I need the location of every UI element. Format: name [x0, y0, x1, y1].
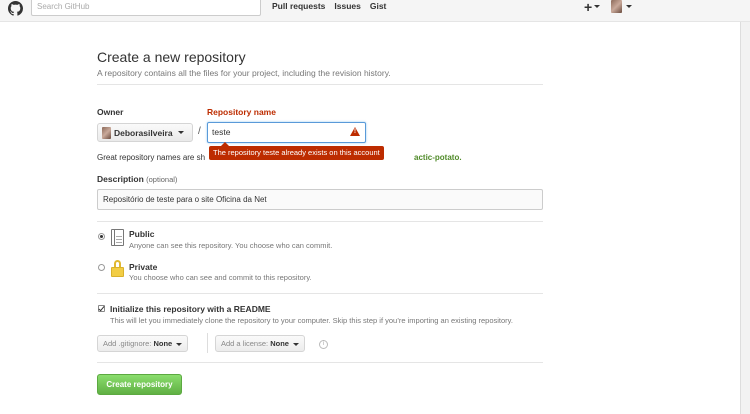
init-readme-checkbox[interactable]	[98, 305, 105, 312]
page-subtitle: A repository contains all the files for …	[97, 68, 391, 78]
divider	[97, 362, 543, 363]
chevron-down-icon	[293, 342, 300, 346]
scrollbar[interactable]	[740, 22, 750, 414]
gitignore-select[interactable]: Add .gitignore: None	[97, 335, 189, 352]
private-radio[interactable]	[98, 264, 105, 271]
owner-select[interactable]: Deborasilveira	[97, 123, 193, 142]
lock-icon	[111, 260, 124, 277]
search-input[interactable]: Search GitHub	[31, 0, 261, 16]
repo-name-value: teste	[212, 127, 231, 137]
description-input[interactable]: Repositório de teste para o site Oficina…	[97, 189, 543, 210]
avatar	[102, 126, 111, 139]
gitignore-value: None	[153, 339, 173, 348]
chevron-down-icon	[177, 131, 184, 134]
divider	[97, 293, 543, 294]
repo-name-label: Repository name	[207, 107, 276, 117]
repo-book-icon	[111, 229, 124, 246]
nav-issues[interactable]: Issues	[334, 1, 360, 11]
top-nav: Pull requests Issues Gist	[272, 1, 386, 11]
description-label-text: Description	[97, 174, 144, 184]
plus-icon: +	[584, 0, 593, 15]
info-icon[interactable]: i	[319, 340, 328, 349]
create-repository-button[interactable]: Create repository	[97, 374, 182, 395]
user-menu-button[interactable]	[611, 0, 632, 13]
private-title: Private	[129, 262, 158, 272]
nav-pull-requests[interactable]: Pull requests	[272, 1, 325, 11]
license-select[interactable]: Add a license: None	[215, 335, 306, 352]
chevron-down-icon	[594, 4, 601, 8]
owner-value: Deborasilveira	[114, 127, 173, 138]
warning-icon	[350, 127, 360, 136]
init-readme-title: Initialize this repository with a README	[110, 304, 271, 314]
chevron-down-icon	[176, 342, 183, 346]
license-value: None	[270, 339, 289, 348]
avatar	[611, 0, 622, 13]
private-desc: You choose who can see and commit to thi…	[129, 273, 312, 282]
divider	[207, 333, 208, 353]
chevron-down-icon	[626, 5, 632, 8]
error-tooltip: The repository teste already exists on t…	[209, 142, 384, 160]
license-label: Add a license:	[221, 339, 269, 348]
public-radio[interactable]	[98, 233, 105, 240]
repo-name-input[interactable]: teste	[207, 122, 366, 143]
divider	[97, 221, 543, 222]
description-label: Description (optional)	[97, 174, 177, 184]
nav-gist[interactable]: Gist	[370, 1, 387, 11]
divider	[97, 84, 543, 85]
optional-label: (optional)	[146, 175, 178, 184]
owner-repo-separator: /	[198, 126, 201, 137]
init-readme-desc: This will let you immediately clone the …	[110, 316, 513, 325]
top-header: Search GitHub Pull requests Issues Gist …	[0, 0, 750, 22]
repo-name-hint: Great repository names are sh	[97, 153, 206, 162]
public-title: Public	[129, 229, 155, 239]
owner-label: Owner	[97, 107, 124, 117]
repo-name-suggestion[interactable]: actic-potato.	[414, 153, 462, 162]
create-new-button[interactable]: +	[584, 0, 601, 15]
page-title: Create a new repository	[97, 49, 246, 65]
github-logo-icon[interactable]	[8, 1, 23, 16]
gitignore-label: Add .gitignore:	[103, 339, 152, 348]
public-desc: Anyone can see this repository. You choo…	[129, 241, 333, 250]
